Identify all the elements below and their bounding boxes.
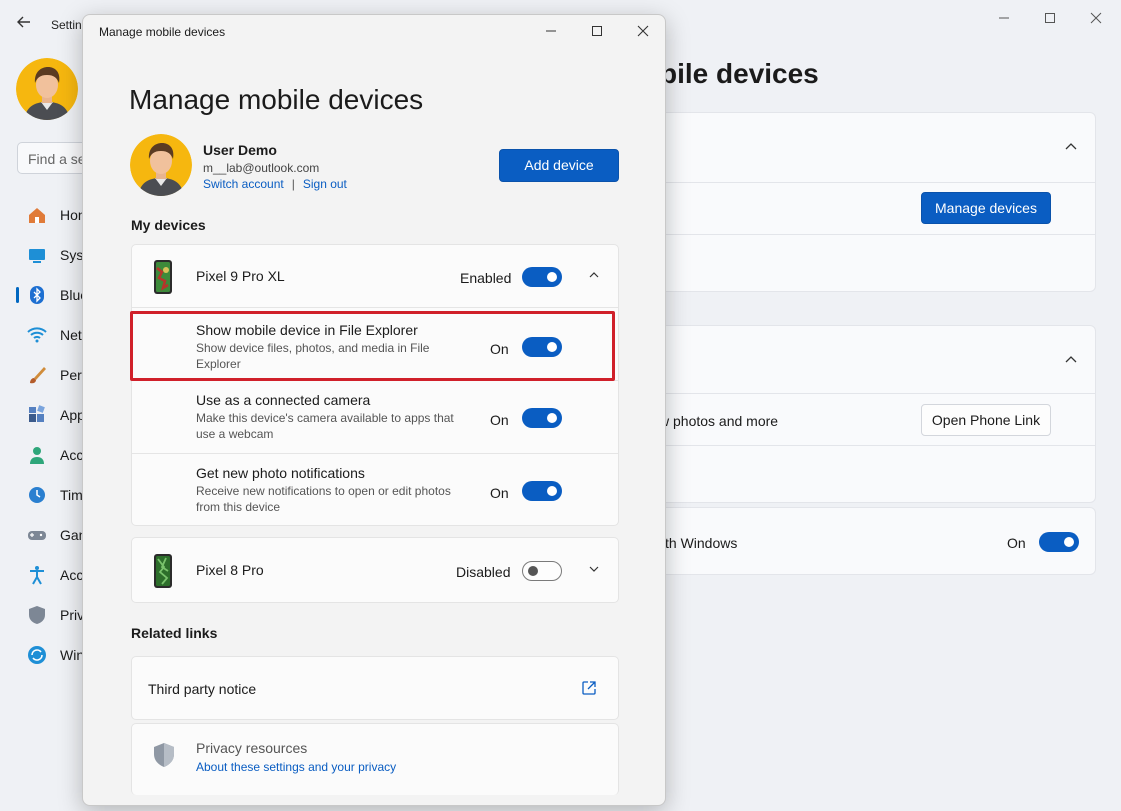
dialog-heading: Manage mobile devices xyxy=(129,84,424,115)
home-icon xyxy=(26,204,48,226)
option-state: On xyxy=(490,485,509,501)
option-title: Use as a connected camera xyxy=(196,392,371,408)
sign-out-link[interactable]: Sign out xyxy=(303,177,347,191)
option-state: On xyxy=(490,412,509,428)
privacy-settings-link[interactable]: About these settings and your privacy xyxy=(196,760,396,774)
close-icon[interactable] xyxy=(1078,8,1114,30)
highlight-box xyxy=(130,311,615,381)
divider xyxy=(641,393,1095,394)
gaming-icon xyxy=(26,524,48,546)
accessibility-icon xyxy=(26,564,48,586)
maximize-icon[interactable] xyxy=(1032,8,1068,30)
divider xyxy=(641,182,1095,183)
avatar[interactable] xyxy=(16,58,78,120)
device-card-pixel-9-pro-xl: Pixel 9 Pro XL Enabled Show mobile devic… xyxy=(131,244,619,526)
option-description: Make this device's camera available to a… xyxy=(196,411,454,441)
update-icon xyxy=(26,644,48,666)
avatar xyxy=(130,134,192,196)
windows-row-label: th Windows xyxy=(665,535,738,551)
settings-app-title: Settin xyxy=(51,18,82,32)
chevron-up-icon[interactable] xyxy=(586,269,602,285)
option-row-connected-camera: Use as a connected camera Make this devi… xyxy=(132,381,618,453)
user-name: User Demo xyxy=(203,142,277,158)
back-arrow-icon[interactable] xyxy=(16,14,32,30)
dialog-window-title: Manage mobile devices xyxy=(99,25,226,39)
device-state-label: Enabled xyxy=(460,270,512,286)
windows-row-toggle[interactable] xyxy=(1039,532,1079,552)
windows-row-card: th Windows On xyxy=(640,507,1096,575)
device-name: Pixel 8 Pro xyxy=(196,562,264,578)
accounts-icon xyxy=(26,444,48,466)
system-icon xyxy=(26,244,48,266)
device-row[interactable]: Pixel 9 Pro XL Enabled xyxy=(132,245,618,307)
phone-link-card: w photos and more Open Phone Link xyxy=(640,325,1096,503)
apps-icon xyxy=(26,404,48,426)
privacy-icon xyxy=(26,604,48,626)
network-icon xyxy=(26,324,48,346)
connected-camera-toggle[interactable] xyxy=(522,408,562,428)
open-phone-link-button[interactable]: Open Phone Link xyxy=(921,404,1051,436)
device-card-pixel-8-pro[interactable]: Pixel 8 Pro Disabled xyxy=(131,537,619,603)
chevron-up-icon[interactable] xyxy=(1063,352,1079,368)
mobile-devices-card: Manage devices xyxy=(640,112,1096,292)
third-party-notice-link[interactable]: Third party notice xyxy=(131,656,619,720)
account-links: Switch account | Sign out xyxy=(203,177,347,191)
option-title: Get new photo notifications xyxy=(196,465,365,481)
chevron-down-icon[interactable] xyxy=(586,563,602,579)
windows-row-state: On xyxy=(1007,535,1026,551)
bluetooth-icon xyxy=(26,284,48,306)
close-icon[interactable] xyxy=(623,20,663,44)
option-row-photo-notifications: Get new photo notifications Receive new … xyxy=(132,454,618,526)
privacy-resources-title: Privacy resources xyxy=(196,740,308,756)
divider xyxy=(641,445,1095,446)
photo-notifications-toggle[interactable] xyxy=(522,481,562,501)
personalization-icon xyxy=(26,364,48,386)
manage-mobile-devices-dialog: Manage mobile devices Manage mobile devi… xyxy=(82,14,666,806)
privacy-resources-card: Privacy resources About these settings a… xyxy=(131,723,619,795)
device-enable-toggle[interactable] xyxy=(522,267,562,287)
manage-devices-button[interactable]: Manage devices xyxy=(921,192,1051,224)
phone-icon xyxy=(154,260,172,294)
selected-indicator xyxy=(16,287,19,303)
option-description: Receive new notifications to open or edi… xyxy=(196,484,451,514)
external-link-icon xyxy=(581,680,597,696)
page-title: bile devices xyxy=(660,58,819,89)
divider xyxy=(641,234,1095,235)
chevron-up-icon[interactable] xyxy=(1063,139,1079,155)
third-party-notice-label: Third party notice xyxy=(148,681,257,697)
minimize-icon[interactable] xyxy=(986,8,1022,30)
my-devices-label: My devices xyxy=(131,217,206,233)
time-icon xyxy=(26,484,48,506)
add-device-button[interactable]: Add device xyxy=(499,149,619,182)
switch-account-link[interactable]: Switch account xyxy=(203,177,284,191)
related-links-label: Related links xyxy=(131,625,218,641)
device-enable-toggle[interactable] xyxy=(522,561,562,581)
phone-icon xyxy=(154,554,172,588)
link-separator: | xyxy=(291,177,295,191)
device-state-label: Disabled xyxy=(456,564,511,580)
minimize-icon[interactable] xyxy=(531,20,571,44)
phone-link-description: w photos and more xyxy=(659,413,779,429)
user-email: m__lab@outlook.com xyxy=(203,161,320,175)
device-name: Pixel 9 Pro XL xyxy=(196,268,285,284)
maximize-icon[interactable] xyxy=(577,20,617,44)
shield-icon xyxy=(152,742,176,768)
